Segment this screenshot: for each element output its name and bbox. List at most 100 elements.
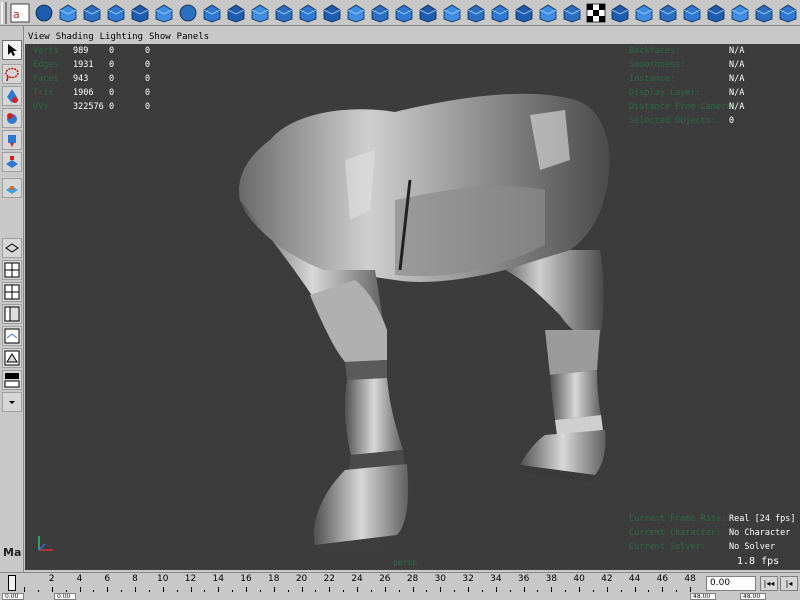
merge-icon[interactable] (321, 2, 343, 24)
hud-label: Current Character: (629, 528, 722, 538)
menu-shading[interactable]: Shading (56, 32, 94, 42)
time-tick-label: 16 (240, 574, 252, 584)
shelf-grip[interactable] (1, 1, 7, 24)
extrude-icon[interactable] (225, 2, 247, 24)
hud-value: N/A (729, 60, 745, 70)
poly-value: 0 (145, 74, 151, 84)
plane-icon[interactable] (129, 2, 151, 24)
poke-icon[interactable] (513, 2, 535, 24)
reverse-icon[interactable] (657, 2, 679, 24)
hud-solver: Current Solver: No Solver (629, 542, 775, 554)
soften-icon[interactable] (609, 2, 631, 24)
quadrangulate-icon[interactable] (729, 2, 751, 24)
hud-value: N/A (729, 46, 745, 56)
time-tick-label: 46 (656, 574, 669, 584)
split-icon[interactable] (249, 2, 271, 24)
subdiv-icon[interactable] (201, 2, 223, 24)
start-time-field[interactable]: 0.00 (2, 593, 24, 600)
current-time-field[interactable]: 0.00 (706, 576, 756, 591)
time-tick-label: 14 (212, 574, 225, 584)
hud-smoothness: Smoothness: N/A (629, 60, 744, 72)
hud-label: Smoothness: (629, 60, 686, 70)
hud-label: Display Layer: (629, 88, 701, 98)
time-tick-label: 18 (268, 574, 280, 584)
menu-panels[interactable]: Panels (177, 32, 210, 42)
chevron-down-icon[interactable] (2, 392, 22, 412)
separate-icon[interactable] (393, 2, 415, 24)
menu-show[interactable]: Show (149, 32, 171, 42)
poly-label: Faces (33, 74, 59, 84)
fps-readout: 1.8 fps (737, 556, 780, 567)
bevel-icon[interactable] (273, 2, 295, 24)
time-tick-label: 30 (434, 574, 447, 584)
smooth-icon[interactable] (297, 2, 319, 24)
go-to-start-button[interactable]: |◂◂ (760, 576, 778, 591)
wedge-icon[interactable] (489, 2, 511, 24)
bridge-icon[interactable] (465, 2, 487, 24)
manipulator-icon[interactable] (2, 178, 22, 198)
toolbox: Ma (0, 26, 24, 572)
poly-value: 0 (109, 46, 115, 56)
time-slider[interactable]: 2 4 6 8 10 12 14 16 18 20 22 24 26 28 30 32 34 36 38 40 42 44… (0, 572, 800, 593)
range-slider[interactable]: 0.00 0.00 48.00 48.00 (0, 592, 800, 600)
cone-icon[interactable] (105, 2, 127, 24)
cube-icon[interactable] (57, 2, 79, 24)
poly-label: Tris (33, 88, 54, 98)
uv-icon[interactable] (681, 2, 703, 24)
two-pane-layout-icon[interactable] (2, 282, 22, 302)
reduce-icon[interactable] (777, 2, 799, 24)
poly-value: 0 (145, 46, 151, 56)
poly-count-verts: Verts 989 0 0 (33, 46, 150, 58)
poly-count-edges: Edges 1931 0 0 (33, 60, 150, 72)
axis-gizmo-icon (38, 536, 53, 551)
move-tool-icon[interactable] (2, 108, 22, 128)
hud-value: N/A (729, 74, 745, 84)
render-layout-icon[interactable] (2, 370, 22, 390)
end-time-field[interactable]: 48.00 (740, 593, 766, 600)
circle-icon[interactable] (177, 2, 199, 24)
outliner-layout-icon[interactable] (2, 304, 22, 324)
lasso-tool-icon[interactable] (2, 64, 22, 84)
hud-label: Instance: (629, 74, 676, 84)
paint-select-icon[interactable] (2, 86, 22, 106)
append-icon[interactable] (441, 2, 463, 24)
persp-graph-layout-icon[interactable] (2, 326, 22, 346)
text-icon[interactable]: a (9, 2, 31, 24)
hud-label: Current Frame Rate: (629, 514, 727, 524)
sphere-icon[interactable] (33, 2, 55, 24)
single-pane-layout-icon[interactable] (2, 238, 22, 258)
hypershade-layout-icon[interactable] (2, 348, 22, 368)
hud-instance: Instance: N/A (629, 74, 744, 86)
duplicate-icon[interactable] (561, 2, 583, 24)
select-tool-icon[interactable] (2, 40, 22, 60)
scale-tool-icon[interactable] (2, 152, 22, 172)
rotate-tool-icon[interactable] (2, 130, 22, 150)
checker-icon[interactable] (585, 2, 607, 24)
four-pane-layout-icon[interactable] (2, 260, 22, 280)
step-back-button[interactable]: |◂ (780, 576, 798, 591)
menu-view[interactable]: View (28, 32, 50, 42)
cylinder-icon[interactable] (81, 2, 103, 24)
time-tick-label: 8 (132, 574, 138, 584)
hud-label: Backfaces: (629, 46, 681, 56)
cleanup-icon[interactable] (753, 2, 775, 24)
time-ruler[interactable]: 2 4 6 8 10 12 14 16 18 20 22 24 26 28 30 32 34 36 38 40 42 44… (24, 573, 704, 593)
hud-value: N/A (729, 102, 745, 112)
torus-icon[interactable] (153, 2, 175, 24)
panel-menu-bar: View Shading Lighting Show Panels (25, 30, 800, 44)
poly-value: 0 (145, 88, 151, 98)
range-start-field[interactable]: 0.00 (54, 593, 76, 600)
hud-label: Current Solver: (629, 542, 706, 552)
collapse-icon[interactable] (537, 2, 559, 24)
mirror-icon[interactable] (345, 2, 367, 24)
combine-icon[interactable] (369, 2, 391, 24)
range-end-field[interactable]: 48.00 (690, 593, 716, 600)
menu-lighting[interactable]: Lighting (100, 32, 143, 42)
shelf-toolbar: a (0, 0, 800, 26)
hud-value: N/A (729, 88, 745, 98)
triangulate-icon[interactable] (705, 2, 727, 24)
current-time-marker[interactable] (8, 575, 16, 591)
fill-hole-icon[interactable] (417, 2, 439, 24)
perspective-viewport[interactable]: View Shading Lighting Show Panels Verts … (25, 30, 800, 570)
harden-icon[interactable] (633, 2, 655, 24)
